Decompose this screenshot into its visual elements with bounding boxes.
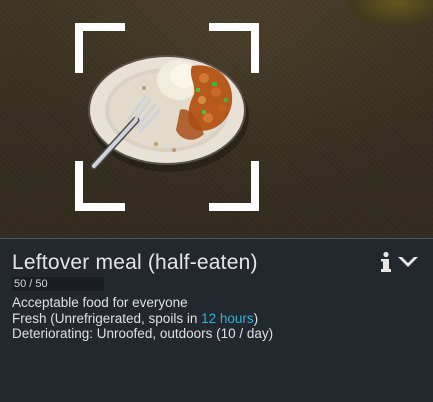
selection-corner-top-right	[209, 23, 259, 73]
freshness-line: Fresh (Unrefrigerated, spoils in 12 hour…	[12, 311, 422, 327]
deterioration-line: Deteriorating: Unroofed, outdoors (10 / …	[12, 326, 274, 341]
freshness-prefix: Fresh (Unrefrigerated, spoils in	[12, 310, 202, 326]
selection-brackets	[75, 23, 259, 211]
hit-points-bar: 50 / 50	[12, 277, 104, 291]
freshness-suffix: )	[253, 310, 259, 326]
panel-buttons	[379, 251, 419, 273]
hit-points-text: 50 / 50	[14, 278, 48, 290]
inspect-panel: Leftover meal (half-eaten) 50 / 50 Accep…	[0, 238, 433, 402]
item-details: Acceptable food for everyone Fresh (Unre…	[12, 295, 422, 342]
spoil-time: 12 hours	[201, 310, 254, 326]
collapse-down-icon[interactable]	[397, 255, 419, 269]
selection-corner-bottom-right	[209, 161, 259, 211]
selection-corner-top-left	[75, 23, 125, 73]
item-description: Acceptable food for everyone	[12, 295, 188, 310]
foliage-patch	[343, 0, 433, 28]
item-title: Leftover meal (half-eaten)	[12, 251, 258, 274]
selection-corner-bottom-left	[75, 161, 125, 211]
info-icon[interactable]	[379, 251, 393, 273]
